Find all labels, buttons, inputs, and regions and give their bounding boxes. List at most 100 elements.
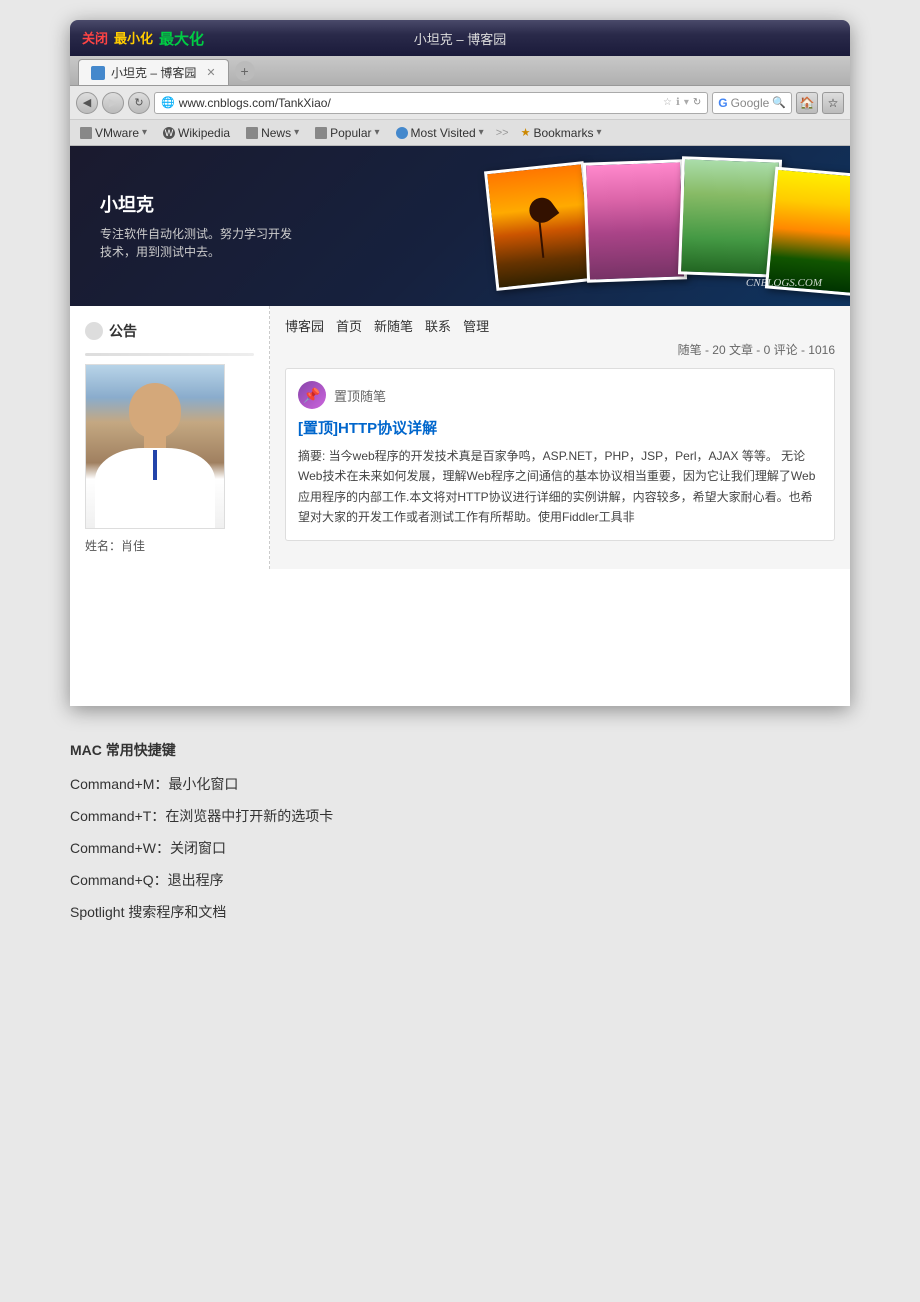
search-submit-icon: 🔍 bbox=[772, 96, 786, 109]
back-button[interactable]: ◀ bbox=[76, 92, 98, 114]
address-bar: ◀ ▶ ↻ 🌐 www.cnblogs.com/TankXiao/ ☆ ℹ ▾ … bbox=[70, 86, 850, 120]
url-star-icon: ☆ bbox=[663, 97, 672, 108]
google-icon: G bbox=[718, 96, 727, 110]
most-visited-icon bbox=[396, 127, 408, 139]
blog-name: 小坦克 bbox=[100, 191, 300, 217]
url-text: www.cnblogs.com/TankXiao/ bbox=[179, 96, 659, 110]
profile-photo-bg bbox=[86, 365, 224, 528]
sidebar-section-icon bbox=[85, 322, 103, 340]
reload-button[interactable]: ↻ bbox=[128, 92, 150, 114]
shortcut-3-keys: Command+W： bbox=[70, 840, 170, 856]
person-name-label: 姓名：肖佳 bbox=[85, 537, 254, 554]
search-placeholder: Google bbox=[731, 96, 770, 110]
blog-header: 小坦克 专注软件自动化测试。努力学习开发技术，用到测试中去。 bbox=[70, 146, 850, 306]
shortcut-3-desc: 关闭窗口 bbox=[170, 840, 226, 856]
close-text: 关闭 bbox=[82, 28, 108, 49]
shortcut-2: Command+T：在浏览器中打开新的选项卡 bbox=[70, 802, 850, 830]
person-head bbox=[129, 383, 181, 438]
popular-label: Popular bbox=[330, 126, 371, 140]
max-text: 最大化 bbox=[159, 28, 204, 49]
page-wrapper: 关闭 最小化 最大化 小坦克 – 博客园 小坦克 – 博客园 ✕ + ◀ ▶ ↻… bbox=[0, 0, 920, 1302]
post-excerpt: 摘要: 当今web程序的开发技术真是百家争鸣，ASP.NET，PHP，JSP，P… bbox=[298, 446, 822, 528]
bookmarks-bar: VMware ▾ W Wikipedia News ▾ Popular ▾ Mo… bbox=[70, 120, 850, 146]
nav-blog-home[interactable]: 博客园 bbox=[285, 316, 324, 335]
bookmarks-label: Bookmarks bbox=[533, 126, 593, 140]
news-label: News bbox=[261, 126, 291, 140]
person-lanyard bbox=[153, 450, 157, 480]
shortcut-2-keys: Command+T： bbox=[70, 808, 165, 824]
home-button[interactable]: 🏠 bbox=[796, 92, 818, 114]
sidebar-divider bbox=[85, 353, 254, 356]
window-title: 小坦克 – 博客园 bbox=[414, 29, 506, 48]
wikipedia-label: Wikipedia bbox=[178, 126, 230, 140]
url-bar[interactable]: 🌐 www.cnblogs.com/TankXiao/ ☆ ℹ ▾ ↻ bbox=[154, 92, 708, 114]
page-content: 小坦克 专注软件自动化测试。努力学习开发技术，用到测试中去。 bbox=[70, 146, 850, 706]
nav-admin[interactable]: 管理 bbox=[463, 316, 489, 335]
profile-photo-container bbox=[85, 364, 225, 529]
nav-contact[interactable]: 联系 bbox=[425, 316, 451, 335]
blog-header-text: 小坦克 专注软件自动化测试。努力学习开发技术，用到测试中去。 bbox=[100, 191, 300, 261]
post-title[interactable]: [置顶]HTTP协议详解 bbox=[298, 417, 822, 438]
photo-sunset bbox=[484, 161, 596, 291]
bookmark-vmware[interactable]: VMware ▾ bbox=[76, 124, 151, 142]
vmware-icon bbox=[80, 127, 92, 139]
cnblogs-watermark: CNBLOGS.COM bbox=[746, 277, 822, 289]
shortcut-5: Spotlight 搜索程序和文档 bbox=[70, 898, 850, 926]
url-icon-globe: 🌐 bbox=[161, 96, 175, 109]
popular-dropdown-icon: ▾ bbox=[375, 127, 380, 138]
bookmark-bookmarks[interactable]: ★ Bookmarks ▾ bbox=[517, 124, 606, 142]
photo-pink bbox=[583, 159, 687, 282]
news-icon bbox=[246, 127, 258, 139]
blog-stats: 随笔 - 20 文章 - 0 评论 - 1016 bbox=[285, 341, 835, 358]
bookmark-star-button[interactable]: ☆ bbox=[822, 92, 844, 114]
bookmark-news[interactable]: News ▾ bbox=[242, 124, 303, 142]
new-tab-button[interactable]: + bbox=[235, 61, 255, 81]
url-info-icon: ℹ bbox=[676, 97, 680, 108]
news-dropdown-icon: ▾ bbox=[294, 127, 299, 138]
forward-button[interactable]: ▶ bbox=[102, 92, 124, 114]
shortcut-5-keys: Spotlight bbox=[70, 904, 128, 920]
post-type-label: 置顶随笔 bbox=[334, 386, 386, 405]
search-box[interactable]: G Google 🔍 bbox=[712, 92, 792, 114]
shortcut-4-desc: 退出程序 bbox=[168, 872, 224, 888]
bookmarks-star-icon: ★ bbox=[521, 126, 531, 139]
blog-description: 专注软件自动化测试。努力学习开发技术，用到测试中去。 bbox=[100, 225, 300, 261]
active-tab[interactable]: 小坦克 – 博客园 ✕ bbox=[78, 59, 229, 85]
sidebar-section-title: 公告 bbox=[85, 321, 254, 341]
blog-main: 博客园 首页 新随笔 联系 管理 随笔 - 20 文章 - 0 评论 - 101… bbox=[270, 306, 850, 569]
sidebar-title-text: 公告 bbox=[109, 321, 137, 341]
bookmarks-dropdown-icon: ▾ bbox=[596, 127, 601, 138]
post-card: 📌 置顶随笔 [置顶]HTTP协议详解 摘要: 当今web程序的开发技术真是百家… bbox=[285, 368, 835, 541]
vmware-dropdown-icon: ▾ bbox=[142, 127, 147, 138]
browser-window: 关闭 最小化 最大化 小坦克 – 博客园 小坦克 – 博客园 ✕ + ◀ ▶ ↻… bbox=[70, 20, 850, 706]
shortcut-1-desc: 最小化窗口 bbox=[168, 776, 238, 792]
pin-symbol: 📌 bbox=[303, 387, 320, 404]
tab-bar: 小坦克 – 博客园 ✕ + bbox=[70, 56, 850, 86]
shortcut-1-keys: Command+M： bbox=[70, 776, 168, 792]
vmware-label: VMware bbox=[95, 126, 139, 140]
most-visited-dropdown-icon: ▾ bbox=[479, 127, 484, 138]
mac-shortcuts-section: MAC 常用快捷键 Command+M：最小化窗口 Command+T：在浏览器… bbox=[70, 726, 850, 940]
tab-label: 小坦克 – 博客园 bbox=[111, 64, 196, 81]
bookmark-most-visited[interactable]: Most Visited ▾ bbox=[392, 124, 488, 142]
title-bar: 关闭 最小化 最大化 小坦克 – 博客园 bbox=[70, 20, 850, 56]
min-text: 最小化 bbox=[114, 28, 153, 49]
wikipedia-icon: W bbox=[163, 127, 175, 139]
shortcut-1: Command+M：最小化窗口 bbox=[70, 770, 850, 798]
shortcut-2-desc: 在浏览器中打开新的选项卡 bbox=[165, 808, 333, 824]
shortcuts-title: MAC 常用快捷键 bbox=[70, 736, 850, 764]
tab-close-btn[interactable]: ✕ bbox=[206, 66, 215, 79]
bookmark-popular[interactable]: Popular ▾ bbox=[311, 124, 383, 142]
bookmarks-overflow-btn[interactable]: >> bbox=[496, 127, 509, 139]
shortcut-4-keys: Command+Q： bbox=[70, 872, 168, 888]
most-visited-label: Most Visited bbox=[411, 126, 476, 140]
nav-home[interactable]: 首页 bbox=[336, 316, 362, 335]
blog-sidebar: 公告 bbox=[70, 306, 270, 569]
url-down-icon: ▾ bbox=[684, 97, 689, 108]
nav-new-post[interactable]: 新随笔 bbox=[374, 316, 413, 335]
popular-icon bbox=[315, 127, 327, 139]
post-pin-icon: 📌 bbox=[298, 381, 326, 409]
bookmark-wikipedia[interactable]: W Wikipedia bbox=[159, 124, 234, 142]
url-refresh-icon: ↻ bbox=[693, 97, 701, 108]
photo-collage: CNBLOGS.COM bbox=[490, 156, 840, 301]
